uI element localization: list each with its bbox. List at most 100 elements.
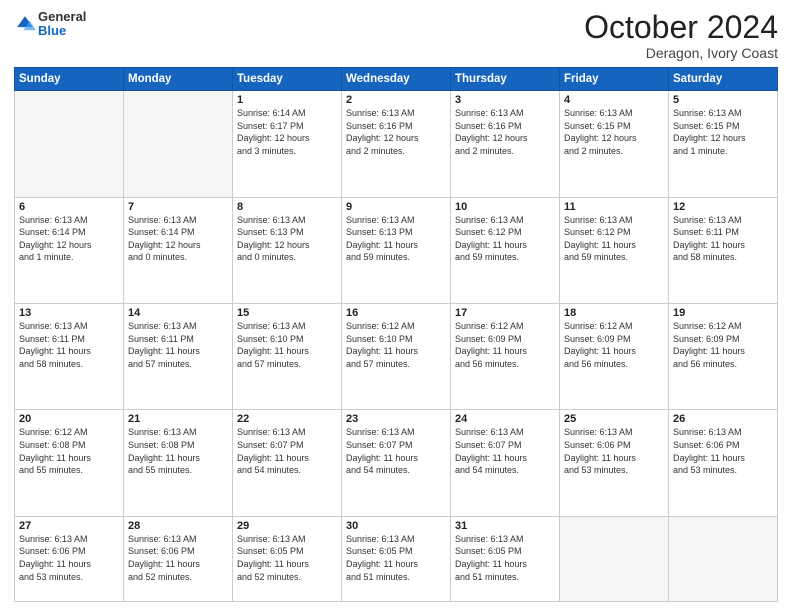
day-number: 26 — [673, 413, 773, 425]
week-row-4: 27Sunrise: 6:13 AM Sunset: 6:06 PM Dayli… — [15, 516, 778, 601]
calendar-cell: 30Sunrise: 6:13 AM Sunset: 6:05 PM Dayli… — [342, 516, 451, 601]
calendar-cell: 15Sunrise: 6:13 AM Sunset: 6:10 PM Dayli… — [233, 304, 342, 410]
calendar-cell: 24Sunrise: 6:13 AM Sunset: 6:07 PM Dayli… — [451, 410, 560, 516]
day-info: Sunrise: 6:13 AM Sunset: 6:11 PM Dayligh… — [128, 320, 228, 370]
day-number: 15 — [237, 307, 337, 319]
page: General Blue October 2024 Deragon, Ivory… — [0, 0, 792, 612]
day-info: Sunrise: 6:13 AM Sunset: 6:15 PM Dayligh… — [673, 107, 773, 157]
day-info: Sunrise: 6:12 AM Sunset: 6:08 PM Dayligh… — [19, 426, 119, 476]
logo: General Blue — [14, 10, 86, 39]
week-row-0: 1Sunrise: 6:14 AM Sunset: 6:17 PM Daylig… — [15, 91, 778, 197]
calendar-header: SundayMondayTuesdayWednesdayThursdayFrid… — [15, 68, 778, 91]
day-info: Sunrise: 6:13 AM Sunset: 6:12 PM Dayligh… — [455, 214, 555, 264]
day-number: 13 — [19, 307, 119, 319]
title-block: October 2024 Deragon, Ivory Coast — [584, 10, 778, 61]
day-info: Sunrise: 6:13 AM Sunset: 6:06 PM Dayligh… — [19, 533, 119, 583]
calendar-cell: 16Sunrise: 6:12 AM Sunset: 6:10 PM Dayli… — [342, 304, 451, 410]
day-info: Sunrise: 6:13 AM Sunset: 6:13 PM Dayligh… — [237, 214, 337, 264]
day-info: Sunrise: 6:13 AM Sunset: 6:06 PM Dayligh… — [564, 426, 664, 476]
day-number: 5 — [673, 94, 773, 106]
day-number: 11 — [564, 201, 664, 213]
day-info: Sunrise: 6:12 AM Sunset: 6:09 PM Dayligh… — [564, 320, 664, 370]
calendar-cell: 13Sunrise: 6:13 AM Sunset: 6:11 PM Dayli… — [15, 304, 124, 410]
calendar-cell: 1Sunrise: 6:14 AM Sunset: 6:17 PM Daylig… — [233, 91, 342, 197]
logo-text: General Blue — [38, 10, 86, 39]
day-number: 1 — [237, 94, 337, 106]
day-number: 2 — [346, 94, 446, 106]
day-number: 16 — [346, 307, 446, 319]
day-number: 28 — [128, 520, 228, 532]
day-info: Sunrise: 6:13 AM Sunset: 6:06 PM Dayligh… — [128, 533, 228, 583]
day-number: 10 — [455, 201, 555, 213]
day-info: Sunrise: 6:13 AM Sunset: 6:05 PM Dayligh… — [455, 533, 555, 583]
day-number: 12 — [673, 201, 773, 213]
day-number: 30 — [346, 520, 446, 532]
calendar-cell: 8Sunrise: 6:13 AM Sunset: 6:13 PM Daylig… — [233, 197, 342, 303]
calendar-cell: 2Sunrise: 6:13 AM Sunset: 6:16 PM Daylig… — [342, 91, 451, 197]
day-info: Sunrise: 6:13 AM Sunset: 6:10 PM Dayligh… — [237, 320, 337, 370]
day-number: 23 — [346, 413, 446, 425]
day-header-friday: Friday — [560, 68, 669, 91]
day-info: Sunrise: 6:13 AM Sunset: 6:16 PM Dayligh… — [455, 107, 555, 157]
day-info: Sunrise: 6:13 AM Sunset: 6:12 PM Dayligh… — [564, 214, 664, 264]
calendar-cell: 19Sunrise: 6:12 AM Sunset: 6:09 PM Dayli… — [669, 304, 778, 410]
calendar-cell: 9Sunrise: 6:13 AM Sunset: 6:13 PM Daylig… — [342, 197, 451, 303]
calendar-cell — [15, 91, 124, 197]
day-info: Sunrise: 6:13 AM Sunset: 6:08 PM Dayligh… — [128, 426, 228, 476]
logo-icon — [14, 13, 36, 35]
day-number: 18 — [564, 307, 664, 319]
week-row-1: 6Sunrise: 6:13 AM Sunset: 6:14 PM Daylig… — [15, 197, 778, 303]
calendar-cell: 22Sunrise: 6:13 AM Sunset: 6:07 PM Dayli… — [233, 410, 342, 516]
day-info: Sunrise: 6:13 AM Sunset: 6:07 PM Dayligh… — [455, 426, 555, 476]
day-number: 6 — [19, 201, 119, 213]
day-info: Sunrise: 6:13 AM Sunset: 6:14 PM Dayligh… — [19, 214, 119, 264]
day-number: 3 — [455, 94, 555, 106]
day-header-thursday: Thursday — [451, 68, 560, 91]
day-info: Sunrise: 6:12 AM Sunset: 6:09 PM Dayligh… — [455, 320, 555, 370]
day-number: 29 — [237, 520, 337, 532]
day-info: Sunrise: 6:14 AM Sunset: 6:17 PM Dayligh… — [237, 107, 337, 157]
day-info: Sunrise: 6:13 AM Sunset: 6:13 PM Dayligh… — [346, 214, 446, 264]
calendar-cell — [124, 91, 233, 197]
day-number: 9 — [346, 201, 446, 213]
day-info: Sunrise: 6:12 AM Sunset: 6:09 PM Dayligh… — [673, 320, 773, 370]
day-number: 20 — [19, 413, 119, 425]
calendar-body: 1Sunrise: 6:14 AM Sunset: 6:17 PM Daylig… — [15, 91, 778, 602]
week-row-3: 20Sunrise: 6:12 AM Sunset: 6:08 PM Dayli… — [15, 410, 778, 516]
day-number: 31 — [455, 520, 555, 532]
calendar-cell: 4Sunrise: 6:13 AM Sunset: 6:15 PM Daylig… — [560, 91, 669, 197]
day-number: 7 — [128, 201, 228, 213]
calendar: SundayMondayTuesdayWednesdayThursdayFrid… — [14, 67, 778, 602]
calendar-cell: 29Sunrise: 6:13 AM Sunset: 6:05 PM Dayli… — [233, 516, 342, 601]
day-info: Sunrise: 6:13 AM Sunset: 6:11 PM Dayligh… — [673, 214, 773, 264]
calendar-cell — [560, 516, 669, 601]
calendar-cell: 25Sunrise: 6:13 AM Sunset: 6:06 PM Dayli… — [560, 410, 669, 516]
day-number: 25 — [564, 413, 664, 425]
day-number: 19 — [673, 307, 773, 319]
calendar-cell: 28Sunrise: 6:13 AM Sunset: 6:06 PM Dayli… — [124, 516, 233, 601]
day-info: Sunrise: 6:13 AM Sunset: 6:11 PM Dayligh… — [19, 320, 119, 370]
day-info: Sunrise: 6:13 AM Sunset: 6:05 PM Dayligh… — [237, 533, 337, 583]
day-info: Sunrise: 6:13 AM Sunset: 6:16 PM Dayligh… — [346, 107, 446, 157]
day-number: 8 — [237, 201, 337, 213]
day-number: 21 — [128, 413, 228, 425]
month-title: October 2024 — [584, 10, 778, 45]
day-header-monday: Monday — [124, 68, 233, 91]
calendar-cell: 3Sunrise: 6:13 AM Sunset: 6:16 PM Daylig… — [451, 91, 560, 197]
day-header-saturday: Saturday — [669, 68, 778, 91]
calendar-cell: 27Sunrise: 6:13 AM Sunset: 6:06 PM Dayli… — [15, 516, 124, 601]
calendar-cell: 20Sunrise: 6:12 AM Sunset: 6:08 PM Dayli… — [15, 410, 124, 516]
calendar-cell: 17Sunrise: 6:12 AM Sunset: 6:09 PM Dayli… — [451, 304, 560, 410]
calendar-cell: 18Sunrise: 6:12 AM Sunset: 6:09 PM Dayli… — [560, 304, 669, 410]
day-info: Sunrise: 6:13 AM Sunset: 6:15 PM Dayligh… — [564, 107, 664, 157]
day-number: 24 — [455, 413, 555, 425]
location: Deragon, Ivory Coast — [584, 45, 778, 61]
day-header-tuesday: Tuesday — [233, 68, 342, 91]
day-info: Sunrise: 6:13 AM Sunset: 6:06 PM Dayligh… — [673, 426, 773, 476]
calendar-cell: 7Sunrise: 6:13 AM Sunset: 6:14 PM Daylig… — [124, 197, 233, 303]
calendar-cell: 11Sunrise: 6:13 AM Sunset: 6:12 PM Dayli… — [560, 197, 669, 303]
header: General Blue October 2024 Deragon, Ivory… — [14, 10, 778, 61]
day-number: 17 — [455, 307, 555, 319]
calendar-cell: 6Sunrise: 6:13 AM Sunset: 6:14 PM Daylig… — [15, 197, 124, 303]
calendar-cell: 12Sunrise: 6:13 AM Sunset: 6:11 PM Dayli… — [669, 197, 778, 303]
